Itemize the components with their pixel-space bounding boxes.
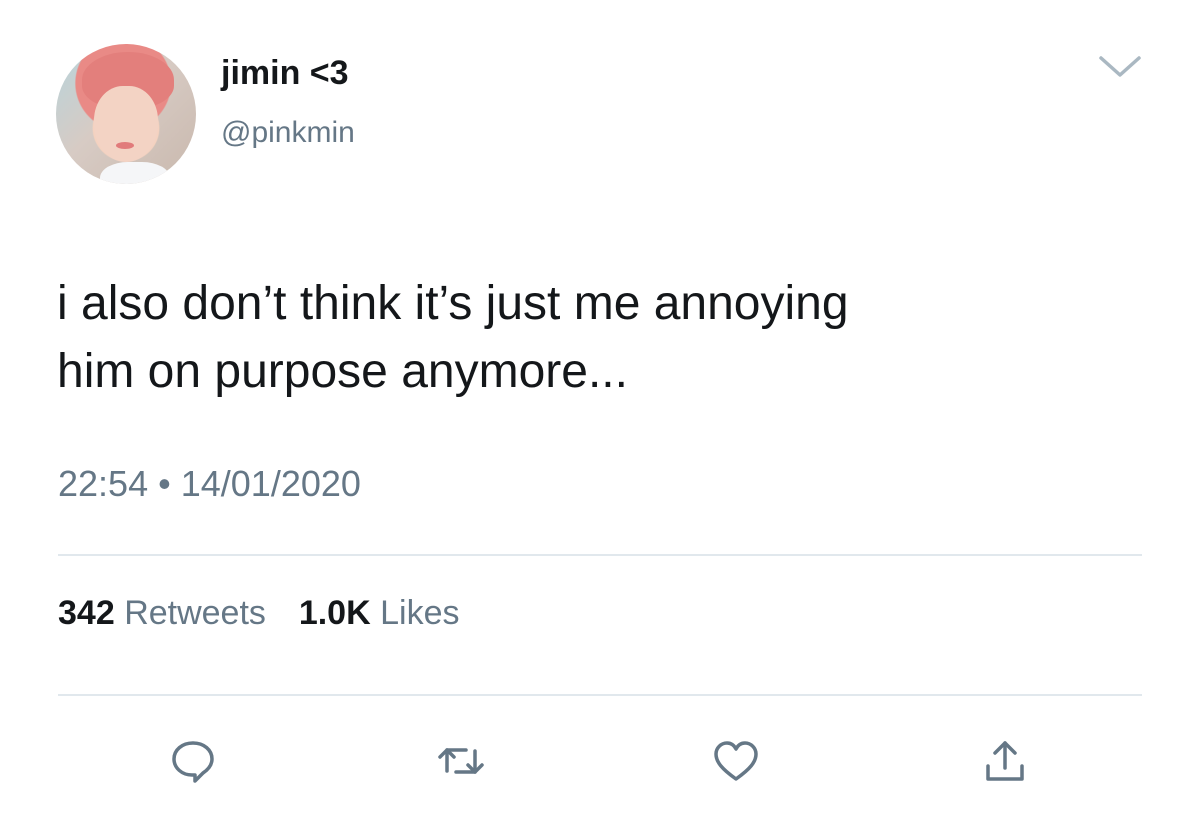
retweets-count: 342 <box>58 594 115 632</box>
avatar-shirt <box>100 162 170 184</box>
tweet-text: i also don’t think it’s just me annoying… <box>57 277 849 398</box>
tweet-time: 22:54 <box>58 463 149 504</box>
retweet-icon <box>438 748 484 774</box>
user-handle[interactable]: @pinkmin <box>221 118 355 148</box>
divider <box>58 694 1142 696</box>
chevron-down-icon[interactable] <box>1098 54 1142 80</box>
retweets-label: Retweets <box>124 594 266 632</box>
timestamp-separator: • <box>158 463 171 504</box>
retweet-button[interactable] <box>436 736 486 786</box>
display-name[interactable]: jimin <3 <box>221 56 349 90</box>
avatar[interactable] <box>56 44 196 184</box>
retweets-stat[interactable]: 342 Retweets <box>58 594 275 632</box>
avatar-face <box>94 86 158 162</box>
tweet-date: 14/01/2020 <box>180 463 361 504</box>
likes-label: Likes <box>380 594 460 632</box>
tweet-timestamp[interactable]: 22:54 • 14/01/2020 <box>58 466 361 502</box>
likes-count: 1.0K <box>298 594 371 632</box>
like-button[interactable] <box>711 736 761 786</box>
likes-stat[interactable]: 1.0K Likes <box>299 594 460 632</box>
avatar-lips <box>116 142 134 149</box>
share-button[interactable] <box>980 736 1030 786</box>
divider <box>58 554 1142 556</box>
reply-button[interactable] <box>168 736 218 786</box>
tweet-stats: 342 Retweets 1.0K Likes <box>58 596 459 630</box>
like-icon <box>714 741 758 781</box>
reply-icon <box>172 741 214 783</box>
share-icon <box>986 741 1024 781</box>
